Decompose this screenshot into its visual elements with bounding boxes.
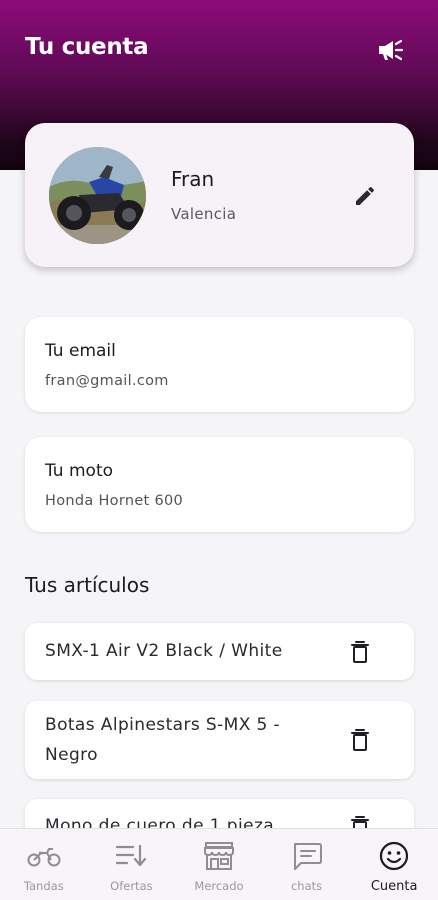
page-title: Tu cuenta [25, 34, 149, 60]
profile-name: Fran [171, 167, 215, 191]
bottom-navigation: Tandas Ofertas Mercado chats Cuenta [0, 828, 438, 900]
email-card[interactable]: Tu email fran@gmail.com [25, 317, 414, 412]
nav-item-tandas[interactable]: Tandas [0, 829, 88, 900]
profile-city: Valencia [171, 205, 237, 223]
pencil-icon [356, 186, 375, 205]
nav-item-chats[interactable]: chats [263, 829, 351, 900]
delete-article-button[interactable] [345, 725, 375, 755]
article-name: SMX-1 Air V2 Black / White [45, 641, 283, 661]
delete-article-button[interactable] [345, 637, 375, 667]
nav-label: Tandas [23, 879, 64, 893]
nav-label: chats [290, 879, 323, 893]
announcements-button[interactable] [374, 36, 406, 64]
moto-value: Honda Hornet 600 [45, 493, 184, 509]
nav-item-ofertas[interactable]: Ofertas [88, 829, 176, 900]
nav-item-mercado[interactable]: Mercado [175, 829, 263, 900]
article-item[interactable]: SMX-1 Air V2 Black / White [25, 623, 414, 680]
moto-card[interactable]: Tu moto Honda Hornet 600 [25, 437, 414, 532]
edit-profile-button[interactable] [349, 180, 381, 212]
avatar[interactable] [49, 147, 146, 244]
articles-title: Tus artículos [25, 573, 150, 597]
sort-list-icon [116, 844, 147, 867]
megaphone-icon [379, 39, 404, 61]
trash-icon [351, 641, 369, 663]
account-screen: Tu cuenta Fran Valencia Tu email fran@gm… [0, 0, 438, 900]
trash-icon [351, 729, 369, 751]
nav-label: Cuenta [370, 879, 418, 894]
nav-item-cuenta[interactable]: Cuenta [350, 829, 438, 900]
moto-label: Tu moto [45, 461, 114, 481]
article-item[interactable]: Botas Alpinestars S-MX 5 - Negro [25, 701, 414, 779]
nav-label: Mercado [194, 879, 244, 893]
nav-label: Ofertas [110, 879, 153, 893]
email-label: Tu email [45, 341, 116, 361]
motorcycle-icon [27, 848, 61, 867]
chat-bubble-icon [293, 843, 322, 870]
article-name: Botas Alpinestars S-MX 5 - Negro [45, 715, 281, 765]
email-value: fran@gmail.com [45, 373, 169, 389]
profile-card: Fran Valencia [25, 123, 414, 267]
store-icon [203, 842, 234, 870]
smiley-icon [380, 841, 409, 871]
avatar-photo [49, 147, 146, 244]
